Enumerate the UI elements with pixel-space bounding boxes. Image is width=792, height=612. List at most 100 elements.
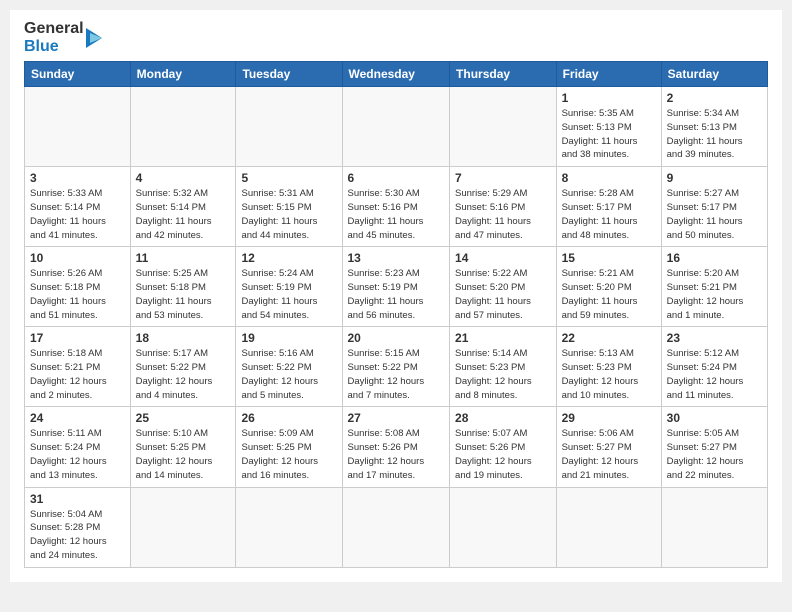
day-number: 6 bbox=[348, 171, 445, 185]
day-info: Sunrise: 5:33 AM Sunset: 5:14 PM Dayligh… bbox=[30, 187, 125, 242]
calendar-cell bbox=[236, 87, 342, 167]
day-number: 11 bbox=[136, 251, 231, 265]
day-info: Sunrise: 5:30 AM Sunset: 5:16 PM Dayligh… bbox=[348, 187, 445, 242]
calendar-cell: 28 Sunrise: 5:07 AM Sunset: 5:26 PM Dayli… bbox=[450, 407, 557, 487]
logo-container: General Blue bbox=[24, 20, 106, 55]
calendar-cell: 15Sunrise: 5:21 AM Sunset: 5:20 PM Dayli… bbox=[556, 247, 661, 327]
day-info: Sunrise: 5:35 AM Sunset: 5:13 PM Dayligh… bbox=[562, 107, 656, 162]
week-row-1: 1Sunrise: 5:35 AM Sunset: 5:13 PM Daylig… bbox=[25, 87, 768, 167]
logo-text: General Blue bbox=[24, 20, 84, 55]
calendar-cell: 3 Sunrise: 5:33 AM Sunset: 5:14 PM Daylig… bbox=[25, 167, 131, 247]
calendar-cell: 10 Sunrise: 5:26 AM Sunset: 5:18 PM Dayli… bbox=[25, 247, 131, 327]
day-info: Sunrise: 5:12 AM Sunset: 5:24 PM Dayligh… bbox=[667, 347, 762, 402]
calendar-cell: 7 Sunrise: 5:29 AM Sunset: 5:16 PM Daylig… bbox=[450, 167, 557, 247]
logo-triangle-icon bbox=[86, 23, 106, 53]
logo: General Blue bbox=[24, 20, 106, 55]
week-row-2: 3 Sunrise: 5:33 AM Sunset: 5:14 PM Daylig… bbox=[25, 167, 768, 247]
calendar-cell bbox=[342, 487, 450, 567]
calendar-cell: 23Sunrise: 5:12 AM Sunset: 5:24 PM Dayli… bbox=[661, 327, 767, 407]
day-number: 12 bbox=[241, 251, 336, 265]
day-number: 28 bbox=[455, 411, 551, 425]
calendar-cell bbox=[342, 87, 450, 167]
calendar-cell bbox=[130, 487, 236, 567]
calendar-cell: 6 Sunrise: 5:30 AM Sunset: 5:16 PM Daylig… bbox=[342, 167, 450, 247]
day-number: 3 bbox=[30, 171, 125, 185]
day-info: Sunrise: 5:31 AM Sunset: 5:15 PM Dayligh… bbox=[241, 187, 336, 242]
calendar-cell: 31 Sunrise: 5:04 AM Sunset: 5:28 PM Dayli… bbox=[25, 487, 131, 567]
day-number: 5 bbox=[241, 171, 336, 185]
calendar-cell bbox=[661, 487, 767, 567]
week-row-3: 10 Sunrise: 5:26 AM Sunset: 5:18 PM Dayli… bbox=[25, 247, 768, 327]
calendar-cell: 27 Sunrise: 5:08 AM Sunset: 5:26 PM Dayli… bbox=[342, 407, 450, 487]
day-number: 16 bbox=[667, 251, 762, 265]
day-info: Sunrise: 5:17 AM Sunset: 5:22 PM Dayligh… bbox=[136, 347, 231, 402]
header: General Blue bbox=[24, 20, 768, 55]
day-info: Sunrise: 5:25 AM Sunset: 5:18 PM Dayligh… bbox=[136, 267, 231, 322]
day-info: Sunrise: 5:26 AM Sunset: 5:18 PM Dayligh… bbox=[30, 267, 125, 322]
day-header-sunday: Sunday bbox=[25, 62, 131, 87]
day-header-saturday: Saturday bbox=[661, 62, 767, 87]
day-header-wednesday: Wednesday bbox=[342, 62, 450, 87]
day-number: 24 bbox=[30, 411, 125, 425]
day-number: 7 bbox=[455, 171, 551, 185]
calendar-cell bbox=[450, 487, 557, 567]
day-number: 21 bbox=[455, 331, 551, 345]
day-number: 29 bbox=[562, 411, 656, 425]
day-number: 26 bbox=[241, 411, 336, 425]
day-number: 20 bbox=[348, 331, 445, 345]
day-header-thursday: Thursday bbox=[450, 62, 557, 87]
day-info: Sunrise: 5:08 AM Sunset: 5:26 PM Dayligh… bbox=[348, 427, 445, 482]
day-info: Sunrise: 5:09 AM Sunset: 5:25 PM Dayligh… bbox=[241, 427, 336, 482]
day-info: Sunrise: 5:06 AM Sunset: 5:27 PM Dayligh… bbox=[562, 427, 656, 482]
week-row-6: 31 Sunrise: 5:04 AM Sunset: 5:28 PM Dayli… bbox=[25, 487, 768, 567]
calendar-cell: 17 Sunrise: 5:18 AM Sunset: 5:21 PM Dayli… bbox=[25, 327, 131, 407]
day-number: 27 bbox=[348, 411, 445, 425]
day-header-tuesday: Tuesday bbox=[236, 62, 342, 87]
calendar-cell: 9Sunrise: 5:27 AM Sunset: 5:17 PM Daylig… bbox=[661, 167, 767, 247]
day-number: 31 bbox=[30, 492, 125, 506]
day-info: Sunrise: 5:22 AM Sunset: 5:20 PM Dayligh… bbox=[455, 267, 551, 322]
day-number: 17 bbox=[30, 331, 125, 345]
calendar-cell: 20 Sunrise: 5:15 AM Sunset: 5:22 PM Dayli… bbox=[342, 327, 450, 407]
day-number: 25 bbox=[136, 411, 231, 425]
day-header-row: SundayMondayTuesdayWednesdayThursdayFrid… bbox=[25, 62, 768, 87]
day-number: 22 bbox=[562, 331, 656, 345]
calendar-cell bbox=[450, 87, 557, 167]
calendar-cell: 26 Sunrise: 5:09 AM Sunset: 5:25 PM Dayli… bbox=[236, 407, 342, 487]
day-info: Sunrise: 5:28 AM Sunset: 5:17 PM Dayligh… bbox=[562, 187, 656, 242]
day-info: Sunrise: 5:24 AM Sunset: 5:19 PM Dayligh… bbox=[241, 267, 336, 322]
calendar-cell: 29 Sunrise: 5:06 AM Sunset: 5:27 PM Dayli… bbox=[556, 407, 661, 487]
day-info: Sunrise: 5:15 AM Sunset: 5:22 PM Dayligh… bbox=[348, 347, 445, 402]
calendar-cell bbox=[556, 487, 661, 567]
day-number: 10 bbox=[30, 251, 125, 265]
day-info: Sunrise: 5:23 AM Sunset: 5:19 PM Dayligh… bbox=[348, 267, 445, 322]
day-info: Sunrise: 5:11 AM Sunset: 5:24 PM Dayligh… bbox=[30, 427, 125, 482]
calendar-cell: 13Sunrise: 5:23 AM Sunset: 5:19 PM Dayli… bbox=[342, 247, 450, 327]
day-info: Sunrise: 5:07 AM Sunset: 5:26 PM Dayligh… bbox=[455, 427, 551, 482]
day-info: Sunrise: 5:32 AM Sunset: 5:14 PM Dayligh… bbox=[136, 187, 231, 242]
calendar-cell: 2Sunrise: 5:34 AM Sunset: 5:13 PM Daylig… bbox=[661, 87, 767, 167]
day-info: Sunrise: 5:18 AM Sunset: 5:21 PM Dayligh… bbox=[30, 347, 125, 402]
calendar-cell: 16 Sunrise: 5:20 AM Sunset: 5:21 PM Dayli… bbox=[661, 247, 767, 327]
day-number: 30 bbox=[667, 411, 762, 425]
day-info: Sunrise: 5:05 AM Sunset: 5:27 PM Dayligh… bbox=[667, 427, 762, 482]
calendar-cell: 24 Sunrise: 5:11 AM Sunset: 5:24 PM Dayli… bbox=[25, 407, 131, 487]
day-info: Sunrise: 5:13 AM Sunset: 5:23 PM Dayligh… bbox=[562, 347, 656, 402]
day-info: Sunrise: 5:29 AM Sunset: 5:16 PM Dayligh… bbox=[455, 187, 551, 242]
day-info: Sunrise: 5:16 AM Sunset: 5:22 PM Dayligh… bbox=[241, 347, 336, 402]
calendar-cell bbox=[130, 87, 236, 167]
calendar-cell: 5 Sunrise: 5:31 AM Sunset: 5:15 PM Daylig… bbox=[236, 167, 342, 247]
day-info: Sunrise: 5:20 AM Sunset: 5:21 PM Dayligh… bbox=[667, 267, 762, 322]
day-number: 14 bbox=[455, 251, 551, 265]
calendar-table: SundayMondayTuesdayWednesdayThursdayFrid… bbox=[24, 61, 768, 567]
day-info: Sunrise: 5:21 AM Sunset: 5:20 PM Dayligh… bbox=[562, 267, 656, 322]
day-number: 18 bbox=[136, 331, 231, 345]
calendar-cell: 19Sunrise: 5:16 AM Sunset: 5:22 PM Dayli… bbox=[236, 327, 342, 407]
day-info: Sunrise: 5:04 AM Sunset: 5:28 PM Dayligh… bbox=[30, 508, 125, 563]
week-row-5: 24 Sunrise: 5:11 AM Sunset: 5:24 PM Dayli… bbox=[25, 407, 768, 487]
day-info: Sunrise: 5:34 AM Sunset: 5:13 PM Dayligh… bbox=[667, 107, 762, 162]
day-info: Sunrise: 5:27 AM Sunset: 5:17 PM Dayligh… bbox=[667, 187, 762, 242]
page: General Blue SundayMondayTuesdayWednesda… bbox=[10, 10, 782, 582]
calendar-cell: 12 Sunrise: 5:24 AM Sunset: 5:19 PM Dayli… bbox=[236, 247, 342, 327]
day-header-monday: Monday bbox=[130, 62, 236, 87]
